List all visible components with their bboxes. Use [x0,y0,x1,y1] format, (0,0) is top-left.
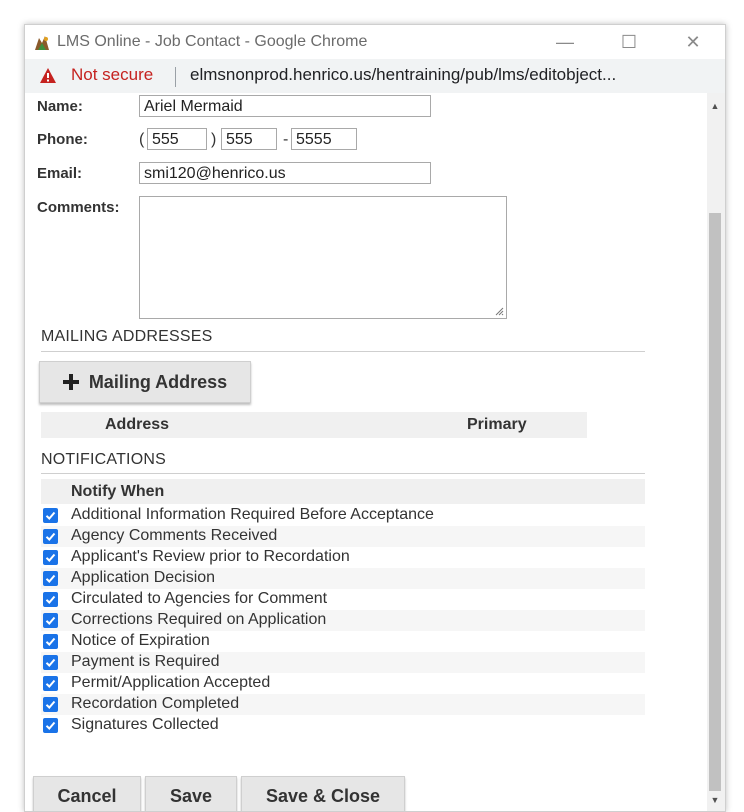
checkmark-icon [45,637,56,646]
app-logo-icon [35,36,49,50]
close-window-button[interactable]: ✕ [671,27,715,57]
cancel-button[interactable]: Cancel [33,776,141,811]
notifications-divider [41,473,645,474]
scroll-up-arrow-icon[interactable]: ▲ [709,101,721,115]
maximize-button[interactable]: ☐ [607,27,651,57]
notification-row: Notice of Expiration [41,631,645,652]
name-label: Name: [37,98,83,115]
checkmark-icon [45,721,56,730]
minimize-button[interactable]: — [543,27,587,57]
title-bar: LMS Online - Job Contact - Google Chrome… [25,25,725,59]
notification-row: Corrections Required on Application [41,610,645,631]
mailing-divider [41,351,645,352]
notification-row: Applicant's Review prior to Recordation [41,547,645,568]
notification-label: Circulated to Agencies for Comment [71,590,328,607]
phone-open-paren: ( [139,131,145,148]
scroll-down-arrow-icon[interactable]: ▼ [709,795,721,809]
comments-label: Comments: [37,199,120,216]
notification-row: Signatures Collected [41,715,645,736]
primary-column-header: Primary [467,416,527,433]
email-input[interactable]: smi120@henrico.us [139,162,431,184]
phone-close-paren: ) [211,131,217,148]
notification-checkbox[interactable] [43,592,58,607]
notification-checkbox[interactable] [43,613,58,628]
notifications-heading: NOTIFICATIONS [41,451,166,468]
notification-checkbox[interactable] [43,718,58,733]
address-divider [175,67,176,87]
notification-checkbox[interactable] [43,676,58,691]
notify-when-label: Notify When [71,483,165,500]
notification-label: Applicant's Review prior to Recordation [71,548,350,565]
page-content: Name: Ariel Mermaid Phone: ( 555 ) 555 -… [25,93,725,811]
notification-label: Application Decision [71,569,216,586]
notification-row: Recordation Completed [41,694,645,715]
checkmark-icon [45,553,56,562]
checkmark-icon [45,595,56,604]
phone-prefix-input[interactable]: 555 [221,128,277,150]
notification-label: Corrections Required on Application [71,611,327,628]
checkmark-icon [45,511,56,520]
save-and-close-button[interactable]: Save & Close [241,776,405,811]
notification-checkbox[interactable] [43,508,58,523]
notification-checkbox[interactable] [43,550,58,565]
add-mailing-address-button[interactable]: Mailing Address [39,361,251,403]
notification-label: Permit/Application Accepted [71,674,271,691]
notify-when-header: Notify When [41,479,645,504]
notification-label: Notice of Expiration [71,632,210,649]
notification-row: Circulated to Agencies for Comment [41,589,645,610]
phone-area-code-input[interactable]: 555 [147,128,207,150]
checkmark-icon [45,616,56,625]
resize-grip-icon[interactable] [494,306,504,316]
notification-checkbox[interactable] [43,571,58,586]
notification-label: Additional Information Required Before A… [71,506,434,523]
browser-popup-window: LMS Online - Job Contact - Google Chrome… [24,24,726,812]
address-table-header: Address Primary [41,412,587,438]
notification-label: Payment is Required [71,653,220,670]
notification-label: Recordation Completed [71,695,240,712]
email-label: Email: [37,165,83,182]
mailing-addresses-heading: MAILING ADDRESSES [41,328,213,345]
notification-checkbox[interactable] [43,697,58,712]
phone-label: Phone: [37,131,88,148]
url-text[interactable]: elmsnonprod.henrico.us/hentraining/pub/l… [190,65,616,85]
checkmark-icon [45,574,56,583]
phone-dash: - [283,131,289,148]
checkmark-icon [45,679,56,688]
name-input[interactable]: Ariel Mermaid [139,95,431,117]
warning-icon [40,68,56,83]
notification-checkbox[interactable] [43,634,58,649]
notification-checkbox[interactable] [43,529,58,544]
add-mailing-address-label: Mailing Address [88,372,228,392]
checkmark-icon [45,658,56,667]
window-title: LMS Online - Job Contact - Google Chrome [57,33,368,50]
notification-row: Additional Information Required Before A… [41,505,645,526]
checkmark-icon [45,700,56,709]
notification-row: Payment is Required [41,652,645,673]
checkmark-icon [45,532,56,541]
comments-textarea[interactable] [139,196,507,319]
notification-checkbox[interactable] [43,655,58,670]
address-bar[interactable]: Not secure elmsnonprod.henrico.us/hentra… [25,59,725,94]
scrollbar-thumb[interactable] [709,213,721,791]
save-button[interactable]: Save [145,776,237,811]
notification-row: Agency Comments Received [41,526,645,547]
notification-row: Application Decision [41,568,645,589]
notification-row: Permit/Application Accepted [41,673,645,694]
not-secure-label[interactable]: Not secure [71,65,153,85]
phone-line-input[interactable]: 5555 [291,128,357,150]
notification-label: Agency Comments Received [71,527,278,544]
plus-icon [62,374,79,390]
address-column-header: Address [105,416,170,433]
notification-label: Signatures Collected [71,716,219,733]
